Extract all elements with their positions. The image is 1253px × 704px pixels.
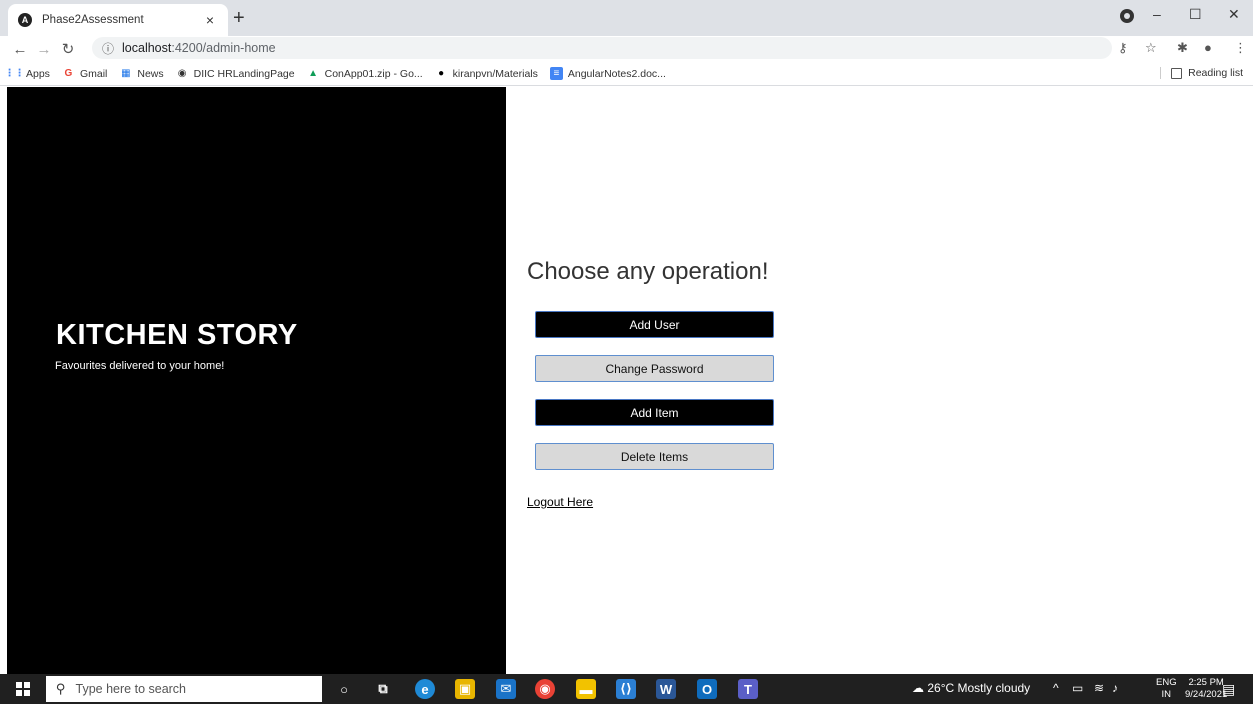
- bookmark-news[interactable]: ▦ News: [119, 67, 164, 80]
- news-icon: ▦: [121, 68, 131, 79]
- search-icon: ⚲: [56, 681, 66, 696]
- bookmark-label: DIIC HRLandingPage: [193, 67, 295, 80]
- cortana-icon[interactable]: ○: [334, 679, 354, 699]
- tab-title: Phase2Assessment: [42, 14, 144, 26]
- chrome-icon[interactable]: ◉: [535, 679, 555, 699]
- file-explorer-icon[interactable]: ▬: [576, 679, 596, 699]
- windows-taskbar: ⚲ Type here to search ○ ⧉ e ▣ ✉ ◉ ▬ ⟨⟩ W…: [0, 674, 1253, 704]
- extensions-puzzle-icon[interactable]: ✱: [1177, 40, 1188, 56]
- angular-favicon-icon: A: [18, 13, 32, 27]
- outlook-icon[interactable]: O: [697, 679, 717, 699]
- browser-toolbar: ← → ↻ ⓘ localhost:4200/admin-home ⚷ ☆ ✱ …: [0, 36, 1253, 62]
- bookmark-gmail[interactable]: G Gmail: [62, 67, 108, 80]
- network-icon[interactable]: ▭: [1072, 681, 1083, 695]
- start-button[interactable]: [0, 674, 46, 704]
- url-path: :4200/admin-home: [171, 41, 276, 55]
- password-key-icon[interactable]: ⚷: [1118, 40, 1128, 56]
- new-tab-button[interactable]: +: [233, 8, 245, 28]
- docs-icon: ≡: [549, 67, 563, 80]
- github-icon: ●: [438, 68, 445, 79]
- add-user-button[interactable]: Add User: [535, 311, 774, 338]
- store-icon[interactable]: ▣: [455, 679, 475, 699]
- weather-widget[interactable]: ☁ 26°C Mostly cloudy: [912, 681, 1030, 695]
- bookmark-diic[interactable]: ◉ DIIC HRLandingPage: [176, 67, 295, 80]
- bookmark-conapp[interactable]: ▲ ConApp01.zip - Go...: [307, 67, 423, 80]
- close-window-button[interactable]: ✕: [1228, 6, 1240, 23]
- vscode-icon[interactable]: ⟨⟩: [616, 679, 636, 699]
- task-view-icon[interactable]: ⧉: [373, 679, 393, 699]
- site-info-icon[interactable]: ⓘ: [102, 40, 114, 57]
- search-placeholder: Type here to search: [75, 682, 187, 696]
- edge-icon[interactable]: e: [415, 679, 435, 699]
- tab-close-icon[interactable]: ×: [202, 12, 218, 28]
- taskbar-search-box[interactable]: ⚲ Type here to search: [46, 676, 322, 702]
- bookmark-apps[interactable]: ⋮⋮ Apps: [4, 67, 50, 80]
- bookmark-label: kiranpvn/Materials: [452, 67, 538, 80]
- bookmarks-bar: ⋮⋮ Apps G Gmail ▦ News ◉ DIIC HRLandingP…: [0, 62, 1253, 86]
- word-icon[interactable]: W: [656, 679, 676, 699]
- cloud-icon: ☁: [912, 681, 924, 695]
- volume-icon[interactable]: ♪: [1112, 681, 1118, 695]
- browser-tab-strip: A Phase2Assessment × + – ☐ ✕: [0, 0, 1253, 36]
- chrome-menu-icon[interactable]: ⋮: [1234, 40, 1247, 56]
- language-indicator[interactable]: ENG IN: [1156, 677, 1177, 701]
- tray-expand-icon[interactable]: ^: [1053, 681, 1059, 695]
- mail-icon[interactable]: ✉: [496, 679, 516, 699]
- clock-date: 9/24/2021: [1185, 689, 1228, 700]
- bookmark-label: Apps: [26, 67, 50, 80]
- brand-panel: KITCHEN STORY Favourites delivered to yo…: [7, 87, 506, 674]
- globe-icon: ◉: [177, 68, 187, 79]
- drive-icon: ▲: [308, 68, 319, 79]
- delete-items-button[interactable]: Delete Items: [535, 443, 774, 470]
- region-code: IN: [1161, 689, 1172, 700]
- bookmark-github[interactable]: ● kiranpvn/Materials: [435, 67, 538, 80]
- apps-grid-icon: ⋮⋮: [4, 68, 25, 79]
- add-item-button[interactable]: Add Item: [535, 399, 774, 426]
- page-heading: Choose any operation!: [527, 258, 769, 285]
- reading-list-icon: [1171, 67, 1183, 79]
- clock-time: 2:25 PM: [1188, 677, 1224, 688]
- browser-tab[interactable]: A Phase2Assessment ×: [8, 4, 228, 36]
- system-clock[interactable]: 2:25 PM 9/24/2021: [1185, 677, 1227, 701]
- bookmark-star-icon[interactable]: ☆: [1145, 40, 1157, 56]
- bookmark-label: News: [137, 67, 164, 80]
- notifications-icon[interactable]: ▤: [1222, 681, 1235, 698]
- wifi-icon[interactable]: ≋: [1094, 681, 1104, 695]
- brand-tagline: Favourites delivered to your home!: [55, 360, 225, 372]
- google-icon: G: [64, 68, 73, 79]
- reload-icon[interactable]: ↻: [56, 40, 80, 58]
- weather-text: 26°C Mostly cloudy: [927, 681, 1031, 695]
- address-bar[interactable]: ⓘ localhost:4200/admin-home: [92, 37, 1112, 59]
- profile-avatar-icon[interactable]: ●: [1204, 40, 1212, 55]
- minimize-button[interactable]: –: [1153, 6, 1161, 22]
- teams-icon[interactable]: T: [738, 679, 758, 699]
- brand-title: KITCHEN STORY: [56, 319, 298, 351]
- forward-arrow-icon[interactable]: →: [32, 41, 56, 58]
- back-arrow-icon[interactable]: ←: [8, 41, 32, 58]
- reading-list-button[interactable]: Reading list: [1160, 67, 1243, 79]
- bookmark-label: ConApp01.zip - Go...: [324, 67, 423, 80]
- bookmark-label: AngularNotes2.doc...: [567, 67, 666, 80]
- windows-logo-icon: [16, 682, 30, 696]
- url-host: localhost: [122, 41, 172, 55]
- chrome-profile-icon[interactable]: [1120, 9, 1134, 23]
- maximize-button[interactable]: ☐: [1189, 6, 1202, 23]
- bookmark-angularnotes[interactable]: ≡ AngularNotes2.doc...: [549, 67, 666, 80]
- reading-list-label: Reading list: [1188, 67, 1243, 79]
- bookmark-label: Gmail: [79, 67, 108, 80]
- language-code: ENG: [1156, 677, 1177, 688]
- logout-link[interactable]: Logout Here: [527, 495, 593, 509]
- change-password-button[interactable]: Change Password: [535, 355, 774, 382]
